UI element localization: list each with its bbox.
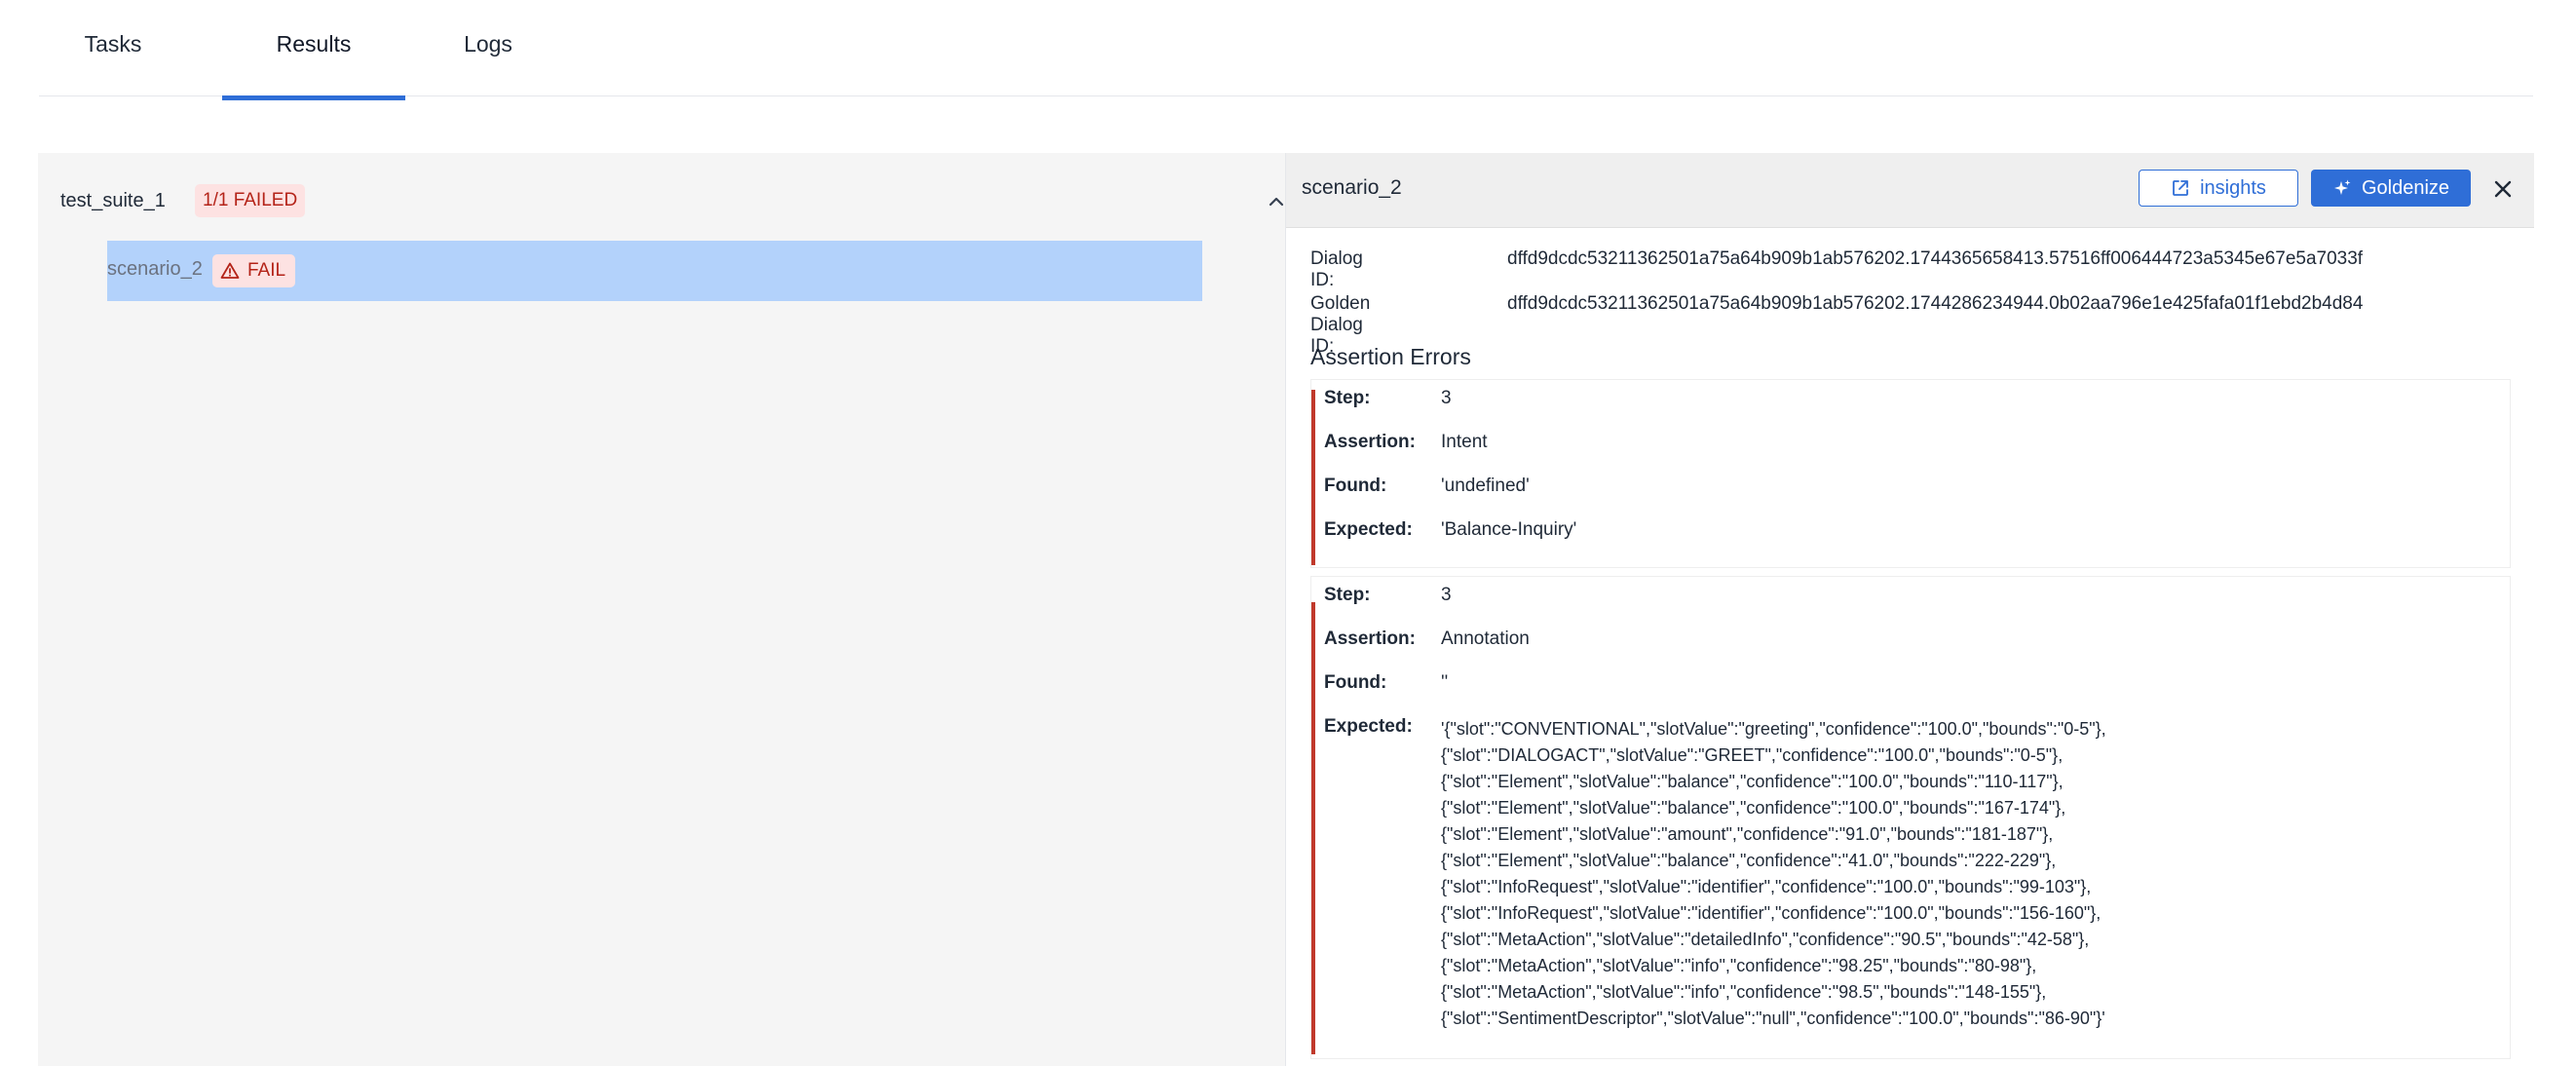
tab-tasks-label: Tasks [84,31,142,57]
assertion-value: Annotation [1441,628,1530,649]
tab-logs-label: Logs [464,31,512,57]
assertion-label: Assertion: [1324,628,1416,649]
error-indicator-bar [1311,602,1315,1054]
suite-row[interactable]: test_suite_1 1/1 FAILED [60,176,1284,229]
step-label: Step: [1324,388,1371,408]
tab-results[interactable]: Results [222,31,405,100]
expected-line: {"slot":"Element","slotValue":"balance",… [1441,851,2057,870]
external-link-icon [2173,180,2188,196]
suite-status-badge: 1/1 FAILED [195,184,306,217]
detail-header: scenario_2 insights Goldenize [1286,153,2534,228]
assertion-label: Assertion: [1324,432,1416,452]
found-value: 'undefined' [1441,476,1530,496]
found-label: Found: [1324,476,1387,496]
expected-line: {"slot":"InfoRequest","slotValue":"ident… [1441,903,2102,923]
assertion-error-card: Step: 3 Assertion: Intent Found: 'undefi… [1310,379,2511,568]
expected-label: Expected: [1324,716,1413,737]
close-icon[interactable] [2488,174,2518,204]
dialog-id-value: dffd9dcdc53211362501a75a64b909b1ab576202… [1507,248,2364,269]
goldenize-button-label: Goldenize [2361,176,2450,199]
error-indicator-bar [1311,390,1315,565]
expected-line: {"slot":"MetaAction","slotValue":"info",… [1441,982,2047,1002]
expected-value: 'Balance-Inquiry' [1441,519,1577,540]
golden-dialog-id-value: dffd9dcdc53211362501a75a64b909b1ab576202… [1507,293,2364,314]
insights-button[interactable]: insights [2139,170,2298,207]
detail-title: scenario_2 [1302,176,1402,199]
dialog-id-label: Dialog ID: [1310,248,1363,290]
tab-logs[interactable]: Logs [436,31,540,94]
assertion-value: Intent [1441,432,1488,452]
expected-label: Expected: [1324,519,1413,540]
expected-line: '{"slot":"CONVENTIONAL","slotValue":"gre… [1441,719,2106,739]
assertion-errors-title: Assertion Errors [1310,344,1471,369]
scenario-name: scenario_2 [107,258,203,280]
scenario-row[interactable]: scenario_2 FAIL [107,241,1202,301]
expected-line: {"slot":"Element","slotValue":"amount","… [1441,824,2054,844]
expected-line: {"slot":"Element","slotValue":"balance",… [1441,798,2066,818]
scenario-status-badge: FAIL [212,254,296,287]
sparkle-icon [2333,179,2351,195]
insights-button-label: insights [2200,176,2266,199]
expected-line: {"slot":"MetaAction","slotValue":"detail… [1441,930,2090,949]
expected-line: {"slot":"InfoRequest","slotValue":"ident… [1441,877,2092,896]
scenario-detail-panel: scenario_2 insights Goldenize Dialog ID:… [1285,153,2534,1066]
found-value: '' [1441,672,1449,693]
warning-triangle-icon [220,262,240,279]
found-label: Found: [1324,672,1387,693]
step-label: Step: [1324,585,1371,605]
expected-annotation-json: '{"slot":"CONVENTIONAL","slotValue":"gre… [1441,716,2106,1032]
results-tabs: Tasks Results Logs [39,0,2533,100]
tab-results-label: Results [276,31,352,57]
assertion-error-card: Step: 3 Assertion: Annotation Found: '' … [1310,576,2511,1059]
step-value: 3 [1441,388,1452,408]
goldenize-button[interactable]: Goldenize [2311,170,2471,207]
suite-name: test_suite_1 [60,190,166,211]
expected-line: {"slot":"Element","slotValue":"balance",… [1441,772,2064,791]
expected-line: {"slot":"DIALOGACT","slotValue":"GREET",… [1441,745,2064,765]
step-value: 3 [1441,585,1452,605]
expected-line: {"slot":"SentimentDescriptor","slotValue… [1441,1009,2105,1028]
suite-tree-panel: test_suite_1 1/1 FAILED scenario_2 FAIL [38,153,1285,1066]
tab-tasks[interactable]: Tasks [62,31,164,94]
expected-line: {"slot":"MetaAction","slotValue":"info",… [1441,956,2037,975]
scenario-status-text: FAIL [247,260,286,281]
